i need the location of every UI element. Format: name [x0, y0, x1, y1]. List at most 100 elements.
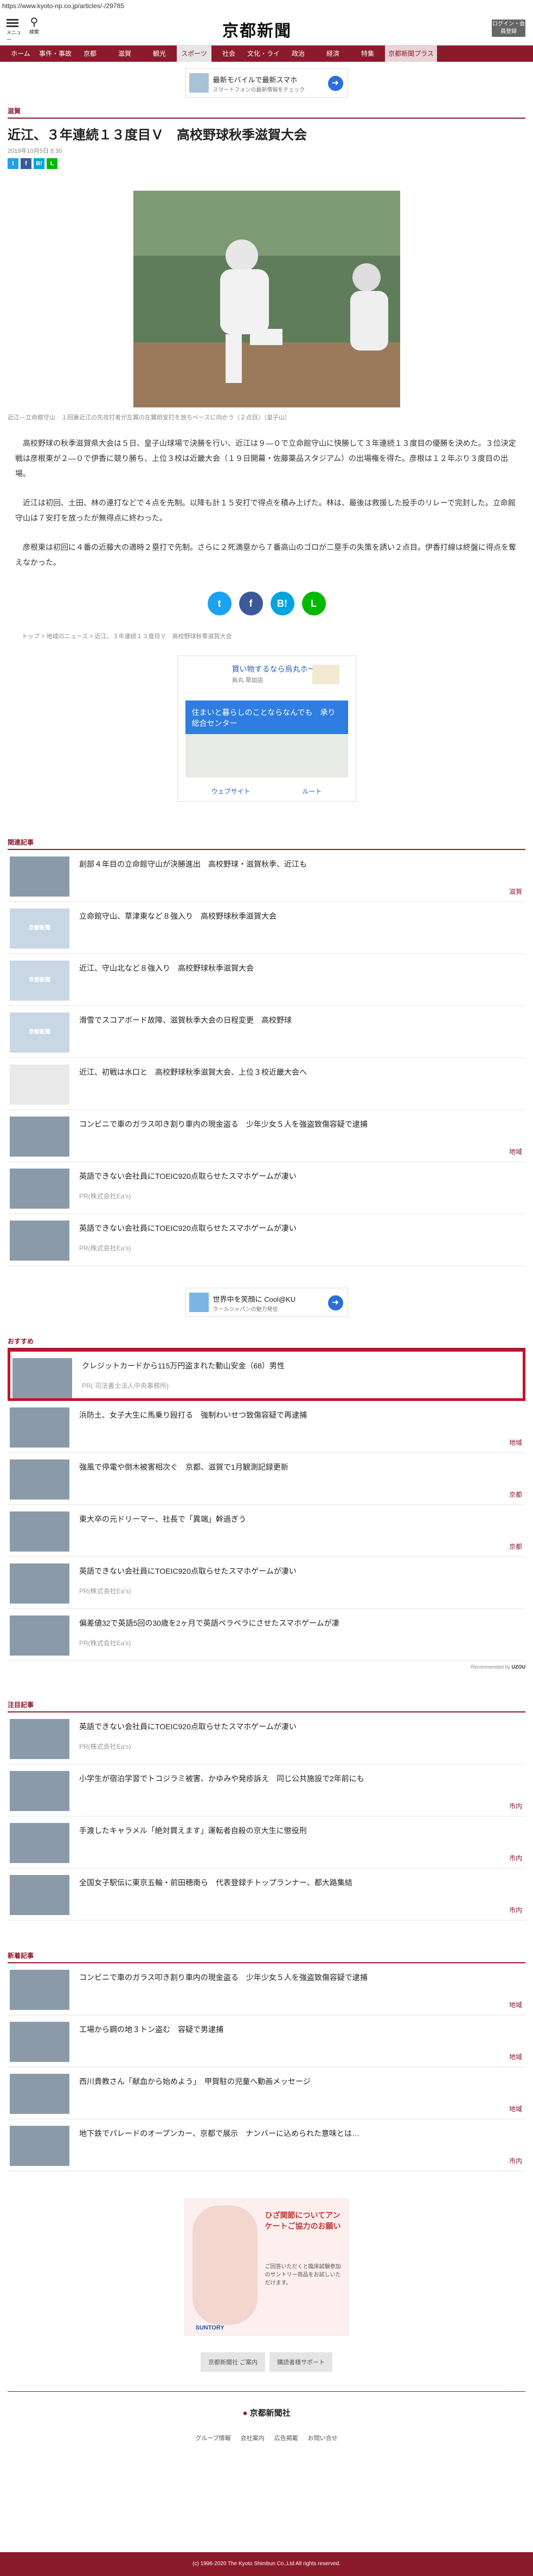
footer-brand-text[interactable]: 京都新聞社 — [250, 2409, 291, 2418]
map-ad-buttons: ウェブサイト ルート — [185, 787, 348, 796]
thumbnail: 京都新聞 — [10, 961, 69, 1001]
subscriber-support-button[interactable]: 購読者様サポート — [269, 2352, 333, 2372]
recommend-label: おすすめ — [8, 1333, 525, 1349]
twitter-icon[interactable]: t — [207, 592, 232, 615]
list-item[interactable]: 英語できない会社員にTOEIC920点取らせたスマホゲームが凄い PR(株式会社E… — [8, 1162, 525, 1214]
search-icon: ⚲ — [30, 16, 38, 28]
list-item[interactable]: コンビニで車のガラス叩き割り車内の現金盗る 少年少女５人を強盗致傷容疑で逮捕 地域 — [8, 1963, 525, 2015]
footer-link[interactable]: グループ情報 — [195, 2434, 230, 2442]
twitter-icon[interactable]: t — [8, 158, 18, 169]
url-bar[interactable]: https://www.kyoto-np.co.jp/articles/-/29… — [0, 0, 533, 12]
menu-icon-bar — [7, 19, 18, 21]
item-title: 浜防土、女子大生に馬乗り殴打る 強制わいせつ致傷容疑で再逮捕 — [79, 1411, 307, 1419]
member-login-button[interactable]: ログイン・会員登録 — [492, 20, 525, 37]
ad-subtitle: クールジャパンの魅力発信 — [213, 1307, 278, 1313]
nav-item[interactable]: ホーム — [3, 46, 38, 62]
nav-item[interactable]: 社会 — [211, 46, 246, 62]
item-sponsor: PR( 司法書士法人中央事務所) — [82, 1382, 169, 1390]
menu-label: メニュー — [7, 30, 22, 42]
nav-item[interactable]: スポーツ — [177, 46, 211, 62]
footer-link[interactable]: 会社案内 — [241, 2434, 265, 2442]
nav-item[interactable]: 経済 — [316, 46, 350, 62]
list-item[interactable]: クレジットカードから115万円盗まれた動山安金（68）男性 PR( 司法書士法人中… — [8, 1349, 525, 1401]
item-title: 英語できない会社員にTOEIC920点取らせたスマホゲームが凄い — [79, 1722, 297, 1731]
list-item[interactable]: 京都新聞 立命館守山、草津東など８強入り 高校野球秋季滋賀大会 — [8, 902, 525, 954]
thumbnail — [10, 1511, 69, 1552]
bottom-ad[interactable]: ひざ関節についてアンケートご協力のお願い ご回答いただくと臨床試験参加のサントリ… — [184, 2198, 349, 2336]
bottom-ad-brand: SUNTORY — [195, 2325, 224, 2331]
breadcrumb: トップ > 地域のニュース > 近江、３年連続１３度目Ｖ 高校野球秋季滋賀大会 — [22, 633, 232, 640]
list-item[interactable]: 創部４年目の立命館守山が決勝進出 高校野球・滋賀秋季、近江も 滋賀 — [8, 850, 525, 902]
nav-item[interactable]: 事件・事故 — [38, 46, 73, 62]
bottom-ad-text: ご回答いただくと臨床試験参加のサントリー商品をお試しいただけます。 — [265, 2264, 341, 2286]
nav-item[interactable]: 京都 — [73, 46, 107, 62]
footer-link[interactable]: お問い合せ — [308, 2434, 338, 2442]
list-item[interactable]: 手渡したキャラメル「絶対買えます」運転者自殺の京大生に懲役刑 市内 — [8, 1816, 525, 1868]
facebook-icon[interactable]: f — [21, 158, 31, 169]
ad-image — [189, 1293, 209, 1312]
map-ad-banner: 住まいと暮らしのことならなんでも 承り総合センター — [185, 700, 348, 734]
breadcrumb-item[interactable]: トップ — [22, 633, 40, 640]
list-item[interactable]: 偏差値32で英語5回の30歳を2ヶ月で英語ペラペラにさせたスマホゲームが凄 PR(… — [8, 1609, 525, 1661]
item-sponsor: PR(株式会社Ea's) — [79, 1587, 131, 1595]
item-title: 滑雪でスコアボード故障、滋賀秋季大会の日程変更 高校野球 — [79, 1016, 292, 1024]
list-item[interactable]: 英語できない会社員にTOEIC920点取らせたスマホゲームが凄い PR(株式会社E… — [8, 1214, 525, 1266]
list-item[interactable]: 全国女子駅伝に東京五輪・前田穂南ら 代表登録チトップランナー、都大路集結 市内 — [8, 1868, 525, 1920]
hatena-icon[interactable]: B! — [34, 158, 44, 169]
breadcrumb-item[interactable]: 地域のニュース — [47, 633, 88, 640]
site-logo[interactable]: 京都新聞 — [222, 17, 292, 41]
list-item[interactable]: 西川貴教さん「献血から始めよう」 甲賀駐の児童へ動画メッセージ 地域 — [8, 2067, 525, 2119]
item-title: 英語できない会社員にTOEIC920点取らせたスマホゲームが凄い — [79, 1567, 297, 1575]
nav-item[interactable]: 観光 — [142, 46, 177, 62]
popular-label: 注目記事 — [8, 1697, 525, 1712]
thumbnail: 京都新聞 — [10, 1013, 69, 1053]
list-item[interactable]: 京都新聞 滑雪でスコアボード故障、滋賀秋季大会の日程変更 高校野球 — [8, 1006, 525, 1058]
nav-item[interactable]: 政治 — [281, 46, 316, 62]
list-item[interactable]: 近江、初戦は水口と 高校野球秋季滋賀大会、上位３校近畿大会へ — [8, 1058, 525, 1110]
item-title: コンビニで車のガラス叩き割り車内の現金盗る 少年少女５人を強盗致傷容疑で逮捕 — [79, 1120, 368, 1128]
map-ad[interactable]: 買い物するなら烏丸ホームズ 烏丸 草加店 住まいと暮らしのことならなんでも 承り… — [177, 656, 356, 802]
list-item[interactable]: 強風で停電や倒木被害相次ぐ 京都、滋賀で1月観測記録更新 京都 — [8, 1453, 525, 1505]
list-item[interactable]: 英語できない会社員にTOEIC920点取らせたスマホゲームが凄い PR(株式会社E… — [8, 1712, 525, 1764]
nav-item[interactable]: 京都新聞プラス — [385, 46, 437, 62]
list-item[interactable]: 地下鉄でパレードのオープンカー、京都で展示 ナンバーに込められた意味とは… 市内 — [8, 2119, 525, 2171]
list-item[interactable]: コンビニで車のガラス叩き割り車内の現金盗る 少年少女５人を強盗致傷容疑で逮捕 地域 — [8, 1110, 525, 1162]
company-info-button[interactable]: 京都新聞社 ご案内 — [200, 2352, 266, 2372]
section-label[interactable]: 滋賀 — [8, 103, 525, 119]
menu-icon-bar — [7, 25, 18, 27]
list-item[interactable]: 京都新聞 近江、守山北など８強入り 高校野球秋季滋賀大会 — [8, 954, 525, 1006]
menu-button[interactable]: メニュー — [7, 17, 23, 43]
list-item[interactable]: 英語できない会社員にTOEIC920点取らせたスマホゲームが凄い PR(株式会社E… — [8, 1557, 525, 1609]
ad-banner-mid[interactable]: 世界中を笑顔に Cool@KU クールジャパンの魅力発信 ➜ — [185, 1288, 348, 1317]
thumbnail — [10, 1615, 69, 1656]
nav-item[interactable]: 文化・ライフ — [246, 46, 281, 74]
item-title: 工場から鋼の地３トン盗む 容疑で男逮捕 — [79, 2025, 223, 2034]
item-title: 英語できない会社員にTOEIC920点取らせたスマホゲームが凄い — [79, 1224, 297, 1232]
popular-list: 英語できない会社員にTOEIC920点取らせたスマホゲームが凄い PR(株式会社E… — [8, 1712, 525, 1920]
footer-link[interactable]: 広告掲載 — [274, 2434, 298, 2442]
list-item[interactable]: 工場から鋼の地３トン盗む 容疑で男逮捕 地域 — [8, 2015, 525, 2067]
list-item[interactable]: 東大卒の元ドリーマー、社長で「異端」幹過ぎう 京都 — [8, 1505, 525, 1557]
ad-title: 世界中を笑顔に Cool@KU — [213, 1295, 296, 1303]
map-ad-map[interactable] — [185, 734, 348, 777]
search-button[interactable]: ⚲ 検索 — [27, 16, 41, 35]
nav-item[interactable]: 滋賀 — [107, 46, 142, 62]
line-icon[interactable]: L — [47, 158, 57, 169]
facebook-icon[interactable]: f — [239, 592, 263, 615]
ad-arrow-icon[interactable]: ➜ — [327, 76, 343, 91]
route-button[interactable]: ルート — [302, 787, 322, 796]
footer-logo-icon: ● — [242, 2409, 248, 2418]
nav-item[interactable]: 特集 — [350, 46, 385, 62]
ad-banner-top[interactable]: 最新モバイルで最新スマホ スマートフォンの最新情報をチェック ➜ — [185, 68, 348, 98]
list-item[interactable]: 小学生が宿泊学習でトコジラミ被害、かゆみや発疹訴え 同じ公共施設で2年前にも 市内 — [8, 1764, 525, 1816]
thumbnail — [10, 1719, 69, 1759]
thumbnail: 京都新聞 — [10, 909, 69, 949]
info-buttons: 京都新聞社 ご案内 購読者様サポート — [0, 2352, 533, 2372]
website-button[interactable]: ウェブサイト — [211, 787, 250, 796]
item-category: 地域 — [509, 2105, 522, 2113]
line-icon[interactable]: L — [301, 592, 326, 615]
ad-arrow-icon[interactable]: ➜ — [327, 1295, 343, 1310]
hatena-icon[interactable]: B! — [270, 592, 294, 615]
main-nav: ホーム 事件・事故 京都 滋賀 観光 スポーツ 社会 文化・ライフ 政治 経済 特集 京都新聞プラス — [0, 46, 533, 74]
list-item[interactable]: 浜防土、女子大生に馬乗り殴打る 強制わいせつ致傷容疑で再逮捕 地域 — [8, 1401, 525, 1453]
